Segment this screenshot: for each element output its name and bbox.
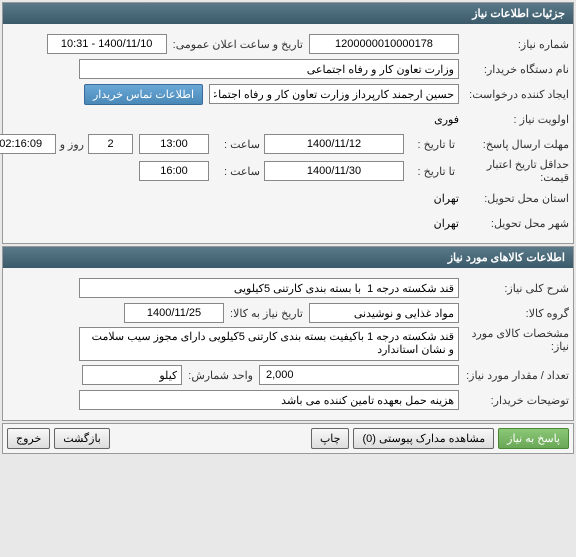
hour-label-2: ساعت : — [209, 165, 264, 178]
general-desc-label: شرح کلی نیاز: — [459, 282, 569, 295]
requester-input[interactable] — [209, 84, 459, 104]
need-details-body: شماره نیاز: تاریخ و ساعت اعلان عمومی: نا… — [3, 24, 573, 243]
need-details-header: جزئیات اطلاعات نیاز — [3, 3, 573, 24]
delivery-city-value: تهران — [434, 217, 459, 230]
deadline-send-date-input[interactable] — [264, 134, 404, 154]
respond-button[interactable]: پاسخ به نیاز — [498, 428, 569, 449]
goods-header: اطلاعات کالاهای مورد نیاز — [3, 247, 573, 268]
attachments-button[interactable]: مشاهده مدارک پیوستی (0) — [353, 428, 494, 449]
buyer-contact-button[interactable]: اطلاعات تماس خریدار — [84, 84, 203, 105]
goods-body: شرح کلی نیاز: گروه کالا: تاریخ نیاز به ک… — [3, 268, 573, 420]
row-need-no: شماره نیاز: تاریخ و ساعت اعلان عمومی: — [7, 33, 569, 55]
priority-value: فوری — [434, 113, 459, 126]
until-label-1: تا تاریخ : — [404, 138, 459, 151]
row-priority: اولویت نیاز : فوری — [7, 108, 569, 130]
general-desc-input[interactable] — [79, 278, 459, 298]
row-buyer-org: نام دستگاه خریدار: — [7, 58, 569, 80]
goods-panel: اطلاعات کالاهای مورد نیاز شرح کلی نیاز: … — [2, 246, 574, 421]
buyer-org-input[interactable] — [79, 59, 459, 79]
footer-toolbar: پاسخ به نیاز مشاهده مدارک پیوستی (0) چاپ… — [2, 423, 574, 454]
need-no-input[interactable] — [309, 34, 459, 54]
days-and-label: روز و — [56, 138, 88, 151]
row-price-valid: حداقل تاریخ اعتبار قیمت: تا تاریخ : ساعت… — [7, 158, 569, 184]
need-no-label: شماره نیاز: — [459, 38, 569, 51]
delivery-prov-value: تهران — [434, 192, 459, 205]
price-valid-date-input[interactable] — [264, 161, 404, 181]
requester-label: ایجاد کننده درخواست: — [459, 88, 569, 101]
unit-input[interactable] — [82, 365, 182, 385]
row-deadline-send: مهلت ارسال پاسخ: تا تاریخ : ساعت : روز و… — [7, 133, 569, 155]
row-goods-group: گروه کالا: تاریخ نیاز به کالا: — [7, 302, 569, 324]
print-button[interactable]: چاپ — [311, 428, 350, 449]
buyer-notes-input[interactable] — [79, 390, 459, 410]
exit-button[interactable]: خروج — [7, 428, 50, 449]
priority-label: اولویت نیاز : — [459, 113, 569, 126]
row-delivery-prov: استان محل تحویل: تهران — [7, 187, 569, 209]
goods-group-input[interactable] — [309, 303, 459, 323]
delivery-prov-label: استان محل تحویل: — [459, 192, 569, 205]
qty-label: تعداد / مقدار مورد نیاز: — [459, 369, 569, 382]
need-by-input[interactable] — [124, 303, 224, 323]
goods-group-label: گروه کالا: — [459, 307, 569, 320]
need-by-label: تاریخ نیاز به کالا: — [224, 307, 309, 320]
need-details-panel: جزئیات اطلاعات نیاز شماره نیاز: تاریخ و … — [2, 2, 574, 244]
announce-input[interactable] — [47, 34, 167, 54]
row-general-desc: شرح کلی نیاز: — [7, 277, 569, 299]
deadline-send-time-input[interactable] — [139, 134, 209, 154]
row-buyer-notes: توضیحات خریدار: — [7, 389, 569, 411]
spec-textarea[interactable] — [79, 327, 459, 361]
price-valid-label: حداقل تاریخ اعتبار قیمت: — [459, 158, 569, 184]
buyer-org-label: نام دستگاه خریدار: — [459, 63, 569, 76]
row-qty: تعداد / مقدار مورد نیاز: واحد شمارش: — [7, 364, 569, 386]
announce-label: تاریخ و ساعت اعلان عمومی: — [167, 38, 309, 51]
hour-label-1: ساعت : — [209, 138, 264, 151]
back-button[interactable]: بازگشت — [54, 428, 110, 449]
row-requester: ایجاد کننده درخواست: اطلاعات تماس خریدار — [7, 83, 569, 105]
delivery-city-label: شهر محل تحویل: — [459, 217, 569, 230]
days-remaining-input[interactable] — [88, 134, 133, 154]
unit-label: واحد شمارش: — [182, 369, 259, 382]
spec-label: مشخصات کالای مورد نیاز: — [459, 327, 569, 353]
price-valid-time-input[interactable] — [139, 161, 209, 181]
row-delivery-city: شهر محل تحویل: تهران — [7, 212, 569, 234]
row-spec: مشخصات کالای مورد نیاز: — [7, 327, 569, 361]
countdown-input[interactable] — [0, 134, 56, 154]
qty-input[interactable] — [259, 365, 459, 385]
deadline-send-label: مهلت ارسال پاسخ: — [459, 138, 569, 151]
buyer-notes-label: توضیحات خریدار: — [459, 394, 569, 407]
until-label-2: تا تاریخ : — [404, 165, 459, 178]
